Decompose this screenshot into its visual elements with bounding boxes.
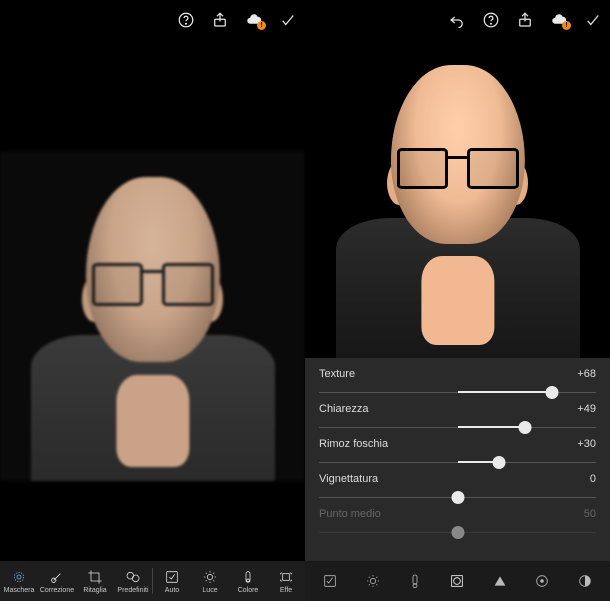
tool-optics[interactable] (525, 561, 559, 601)
slider-label: Vignettatura (319, 473, 378, 485)
right-canvas[interactable] (305, 40, 610, 358)
slider-value: 50 (584, 508, 596, 520)
help-icon[interactable] (482, 11, 500, 29)
tool-label: Colore (238, 587, 259, 594)
tool-luce[interactable]: Luce (191, 561, 229, 601)
right-screen: ! Texture +68 Chiarezza +49 Rimoz foschia +30… (305, 0, 610, 601)
slider-value: 0 (590, 473, 596, 485)
crop-icon (87, 569, 103, 585)
slider-knob[interactable] (493, 456, 506, 469)
tool-color[interactable] (398, 561, 432, 601)
slider-knob[interactable] (519, 421, 532, 434)
heal-icon (49, 569, 65, 585)
tool-detail[interactable] (483, 561, 517, 601)
slider-label: Rimoz foschia (319, 438, 388, 450)
slider-label: Texture (319, 368, 355, 380)
cloud-alert-badge: ! (257, 21, 266, 30)
tool-colore[interactable]: Colore (229, 561, 267, 601)
tool-correzione[interactable]: Correzione (38, 561, 76, 601)
light-icon (202, 569, 218, 585)
right-topbar: ! (305, 0, 610, 40)
tool-light[interactable] (356, 561, 390, 601)
aperture-icon (449, 573, 465, 589)
slider-track[interactable] (319, 454, 596, 470)
share-icon[interactable] (516, 11, 534, 29)
tool-maschera[interactable]: Maschera (0, 561, 38, 601)
tool-label: Effe (280, 587, 292, 594)
left-topbar: ! (0, 0, 305, 40)
auto-icon (164, 569, 180, 585)
tool-auto[interactable]: Auto (153, 561, 191, 601)
target-icon (534, 573, 550, 589)
slider-track (319, 524, 596, 540)
slider-punto-medio: Punto medio 50 (319, 508, 596, 540)
tool-label: Predefiniti (117, 587, 148, 594)
color-icon (240, 569, 256, 585)
left-screen: ! Maschera Correzione Ritaglia P (0, 0, 305, 601)
tool-effetti[interactable]: Effe (267, 561, 305, 601)
slider-texture: Texture +68 (319, 368, 596, 400)
mask-icon (11, 569, 27, 585)
tool-label: Auto (165, 587, 179, 594)
help-icon[interactable] (177, 11, 195, 29)
undo-icon[interactable] (448, 11, 466, 29)
checkmark-icon[interactable] (279, 11, 297, 29)
effects-icon (278, 569, 294, 585)
cloud-sync-icon[interactable]: ! (550, 11, 568, 29)
slider-rimoz-foschia: Rimoz foschia +30 (319, 438, 596, 470)
slider-track[interactable] (319, 419, 596, 435)
sun-icon (365, 573, 381, 589)
slider-value: +49 (577, 403, 596, 415)
thermometer-icon (407, 573, 423, 589)
slider-label: Punto medio (319, 508, 381, 520)
slider-label: Chiarezza (319, 403, 369, 415)
tool-label: Ritaglia (83, 587, 106, 594)
cloud-alert-badge: ! (562, 21, 571, 30)
slider-value: +30 (577, 438, 596, 450)
cloud-sync-icon[interactable]: ! (245, 11, 263, 29)
tool-effects[interactable] (440, 561, 474, 601)
tool-ritaglia[interactable]: Ritaglia (76, 561, 114, 601)
slider-track[interactable] (319, 384, 596, 400)
tool-label: Maschera (4, 587, 35, 594)
right-toolbar (305, 561, 610, 601)
slider-knob[interactable] (451, 491, 464, 504)
share-icon[interactable] (211, 11, 229, 29)
tool-auto[interactable] (313, 561, 347, 601)
tool-label: Correzione (40, 587, 74, 594)
slider-value: +68 (577, 368, 596, 380)
left-photo (0, 151, 305, 481)
presets-icon (125, 569, 141, 585)
right-photo (305, 40, 610, 358)
left-toolbar: Maschera Correzione Ritaglia Predefiniti… (0, 561, 305, 601)
tool-geometry[interactable] (568, 561, 602, 601)
slider-track[interactable] (319, 489, 596, 505)
left-canvas[interactable] (0, 40, 305, 561)
triangle-icon (492, 573, 508, 589)
tool-label: Luce (202, 587, 217, 594)
checkmark-icon[interactable] (584, 11, 602, 29)
slider-chiarezza: Chiarezza +49 (319, 403, 596, 435)
tool-predefiniti[interactable]: Predefiniti (114, 561, 152, 601)
half-circle-icon (577, 573, 593, 589)
slider-knob[interactable] (545, 386, 558, 399)
auto-wand-icon (322, 573, 338, 589)
slider-knob (451, 526, 464, 539)
slider-vignettatura: Vignettatura 0 (319, 473, 596, 505)
